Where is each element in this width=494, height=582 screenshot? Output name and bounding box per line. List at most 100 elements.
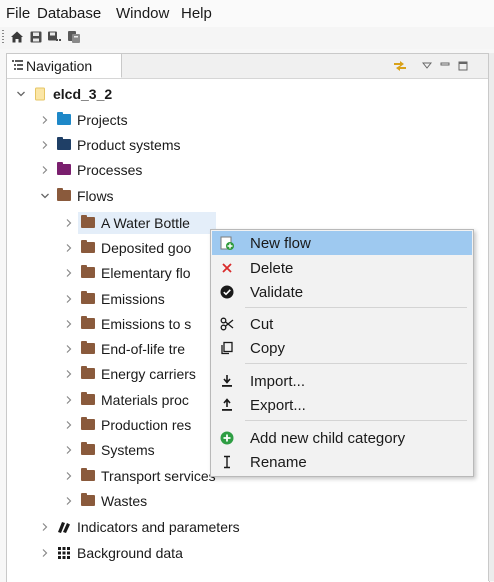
menu-window[interactable]: Window [116, 5, 169, 22]
menu-item-delete[interactable]: Delete [212, 256, 472, 280]
tree-item-flow-category[interactable]: Systems [62, 437, 155, 462]
menu-item-label: Validate [250, 283, 304, 301]
tree-item-label: Processes [77, 161, 143, 178]
menu-item-label: Cut [250, 315, 274, 333]
chevron-right-icon[interactable] [62, 216, 76, 230]
tree-item-flow-category[interactable]: Energy carriers [62, 361, 196, 386]
tree-item-background-data[interactable]: Background data [38, 540, 183, 565]
rename-cursor-icon [214, 455, 240, 469]
menu-item-label: Export... [250, 396, 306, 414]
tree-item-projects[interactable]: Projects [38, 107, 128, 132]
tree-item-flow-category[interactable]: Deposited goo [62, 235, 191, 260]
tree-item-label: Emissions [101, 290, 165, 307]
home-icon[interactable] [8, 28, 26, 46]
tree-item-product-systems[interactable]: Product systems [38, 132, 180, 157]
tree-item-label: Emissions to s [101, 315, 192, 332]
folder-icon [56, 137, 72, 153]
chevron-right-icon[interactable] [38, 546, 52, 560]
folder-icon [80, 341, 96, 357]
tree-item-label: End-of-life tre [101, 340, 186, 357]
tree-item-label: Materials proc [101, 391, 189, 408]
chevron-right-icon[interactable] [62, 367, 76, 381]
view-tab-label: Navigation [26, 58, 93, 74]
tree-item-label: Deposited goo [101, 239, 192, 256]
chevron-right-icon[interactable] [62, 342, 76, 356]
menu-separator [245, 363, 467, 364]
tree-item-indicators-and-parameters[interactable]: Indicators and parameters [38, 514, 240, 539]
folder-icon [80, 265, 96, 281]
tree-item-label: A Water Bottle [101, 214, 190, 231]
chevron-right-icon[interactable] [62, 443, 76, 457]
new-flow-icon [214, 235, 240, 251]
menu-item-add-child-category[interactable]: Add new child category [212, 426, 472, 450]
tree-item-flow-category[interactable]: Production res [62, 412, 191, 437]
tree-item-flow-category[interactable]: Emissions [62, 286, 165, 311]
chevron-right-icon[interactable] [62, 469, 76, 483]
menu-item-label: Copy [250, 339, 286, 357]
tree-item-flow-category[interactable]: Materials proc [62, 387, 189, 412]
add-green-plus-icon [214, 431, 240, 445]
tree-item-flow-category[interactable]: Elementary flo [62, 260, 190, 285]
toolbar-grip[interactable] [2, 30, 4, 45]
chevron-right-icon[interactable] [38, 163, 52, 177]
tree-item-processes[interactable]: Processes [38, 157, 142, 182]
menu-item-label: Add new child category [250, 429, 406, 447]
menu-item-new-flow[interactable]: New flow [212, 231, 472, 255]
chevron-right-icon[interactable] [62, 292, 76, 306]
adjacent-panel-edge [488, 53, 494, 581]
menu-item-export[interactable]: Export... [212, 393, 472, 417]
save-all-icon[interactable] [46, 28, 64, 46]
save-icon[interactable] [27, 28, 45, 46]
chevron-right-icon[interactable] [62, 266, 76, 280]
context-menu: New flow Delete Validate Cut Copy Import… [210, 229, 474, 477]
tree-item-flows[interactable]: Flows [38, 183, 114, 208]
delete-x-icon [214, 262, 240, 274]
menu-item-rename[interactable]: Rename [212, 450, 472, 474]
chevron-down-icon[interactable] [38, 189, 52, 203]
menu-database[interactable]: Database [37, 5, 101, 22]
view-tab-bar: Navigation [7, 54, 489, 79]
folder-icon [56, 188, 72, 204]
folder-icon [80, 291, 96, 307]
folder-icon [80, 316, 96, 332]
chevron-right-icon[interactable] [62, 241, 76, 255]
tree-item-flow-category[interactable]: Emissions to s [62, 311, 191, 336]
folder-icon [80, 442, 96, 458]
menu-item-cut[interactable]: Cut [212, 312, 472, 336]
menu-bar: File Database Window Help [0, 0, 494, 27]
view-menu-icon[interactable] [420, 57, 434, 75]
chevron-right-icon[interactable] [62, 418, 76, 432]
menu-file[interactable]: File [6, 5, 30, 22]
tab-navigation[interactable]: Navigation [7, 54, 122, 78]
menu-item-import[interactable]: Import... [212, 369, 472, 393]
chevron-down-icon[interactable] [14, 87, 28, 101]
menu-item-label: New flow [250, 234, 311, 252]
menu-help[interactable]: Help [181, 5, 212, 22]
tree-item-flow-category[interactable]: Transport services [62, 463, 216, 488]
maximize-icon[interactable] [456, 57, 470, 75]
tree-item-flow-category[interactable]: Wastes [62, 488, 147, 513]
tree-item-label: Indicators and parameters [77, 518, 240, 535]
chevron-right-icon[interactable] [62, 393, 76, 407]
indicators-icon [56, 519, 72, 535]
menu-item-label: Delete [250, 259, 294, 277]
search-database-icon[interactable] [65, 28, 83, 46]
tree-item-label: Wastes [101, 492, 148, 509]
folder-icon [56, 112, 72, 128]
chevron-right-icon[interactable] [38, 138, 52, 152]
chevron-right-icon[interactable] [38, 113, 52, 127]
menu-item-copy[interactable]: Copy [212, 336, 472, 360]
menu-item-validate[interactable]: Validate [212, 280, 472, 304]
tree-item-flow-category[interactable]: A Water Bottle [62, 210, 190, 235]
tree-item-flow-category[interactable]: End-of-life tre [62, 336, 185, 361]
grid-dots-icon [56, 545, 72, 561]
tree-item-root-database[interactable]: elcd_3_2 [14, 81, 112, 106]
chevron-right-icon[interactable] [62, 317, 76, 331]
link-with-editor-icon[interactable] [390, 57, 410, 75]
menu-item-label: Rename [250, 453, 307, 471]
chevron-right-icon[interactable] [38, 520, 52, 534]
chevron-right-icon[interactable] [62, 494, 76, 508]
tree-item-label: Background data [77, 544, 183, 561]
minimize-icon[interactable] [438, 57, 452, 75]
folder-icon [80, 417, 96, 433]
